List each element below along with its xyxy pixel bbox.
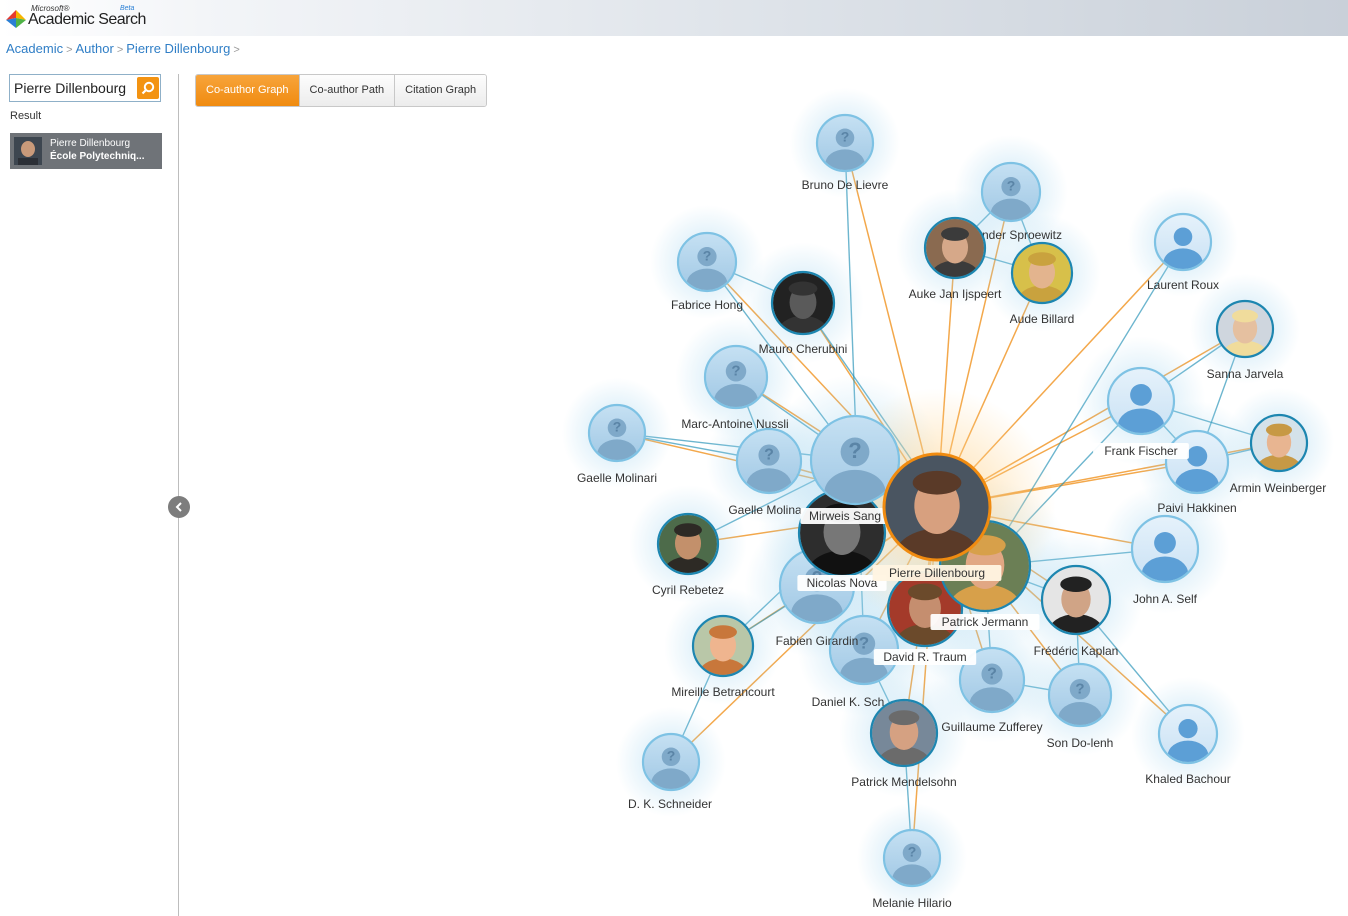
node-name-label: Aude Billard — [1010, 312, 1075, 326]
node-name-label: Laurent Roux — [1147, 278, 1219, 292]
node-name-label: Mirweis Sang — [809, 509, 881, 523]
node-name-label: Mauro Cherubini — [759, 342, 848, 356]
svg-text:?: ? — [987, 665, 997, 682]
node-name-label: Cyril Rebetez — [652, 583, 724, 597]
node-name-label: Bruno De Lievre — [802, 178, 889, 192]
svg-text:?: ? — [848, 438, 861, 463]
node-name-label: Melanie Hilario — [872, 896, 952, 910]
node-name-label: Pierre Dillenbourg — [889, 566, 985, 580]
svg-text:?: ? — [1007, 178, 1016, 194]
node-name-label: Paivi Hakkinen — [1157, 501, 1236, 515]
node-name-label: Auke Jan Ijspeert — [909, 287, 1002, 301]
node-name-label: Khaled Bachour — [1145, 772, 1230, 786]
node-name-label: Patrick Mendelsohn — [851, 775, 956, 789]
node-name-label: Frédéric Kaplan — [1034, 644, 1119, 658]
node-name-label: D. K. Schneider — [628, 797, 712, 811]
co-author-graph[interactable]: ? Bruno De Lievre Laurent Roux Sanna Jarvel… — [0, 0, 1348, 916]
node-name-label: Sanna Jarvela — [1207, 367, 1284, 381]
node-name-label: Mireille Betrancourt — [671, 685, 775, 699]
node-name-label: Nicolas Nova — [807, 576, 878, 590]
coauthor-node-aude-billard[interactable]: Aude Billard — [1010, 241, 1075, 326]
svg-text:?: ? — [1075, 680, 1084, 697]
coauthor-node-son-do-lenh[interactable]: ? Son Do-lenh — [1047, 662, 1114, 750]
svg-text:?: ? — [908, 844, 917, 860]
svg-text:?: ? — [667, 748, 676, 764]
node-name-label: Fabien Girardin — [776, 634, 859, 648]
coauthor-node-john-a-self[interactable]: John A. Self — [1130, 514, 1200, 606]
node-name-label: Frank Fischer — [1104, 444, 1177, 458]
coauthor-node-nicolas-nova[interactable]: Nicolas Nova — [797, 488, 887, 599]
node-name-label: Gaelle Molinari — [577, 471, 657, 485]
svg-text:?: ? — [731, 362, 740, 379]
node-name-label: Fabrice Hong — [671, 298, 743, 312]
svg-text:?: ? — [613, 419, 622, 435]
svg-text:?: ? — [841, 129, 850, 145]
node-name-label: Gaelle Molina — [728, 503, 802, 517]
node-name-label: David R. Traum — [883, 650, 966, 664]
node-name-label: Armin Weinberger — [1230, 481, 1326, 495]
node-name-label: Son Do-lenh — [1047, 736, 1114, 750]
node-name-label: nder Sproewitz — [982, 228, 1062, 242]
svg-text:?: ? — [703, 248, 712, 264]
node-name-label: Daniel K. Sch — [812, 695, 885, 709]
node-name-label: Patrick Jermann — [942, 615, 1029, 629]
node-name-label: John A. Self — [1133, 592, 1198, 606]
node-name-label: Guillaume Zufferey — [941, 720, 1042, 734]
svg-text:?: ? — [859, 633, 869, 652]
svg-text:?: ? — [764, 446, 774, 463]
